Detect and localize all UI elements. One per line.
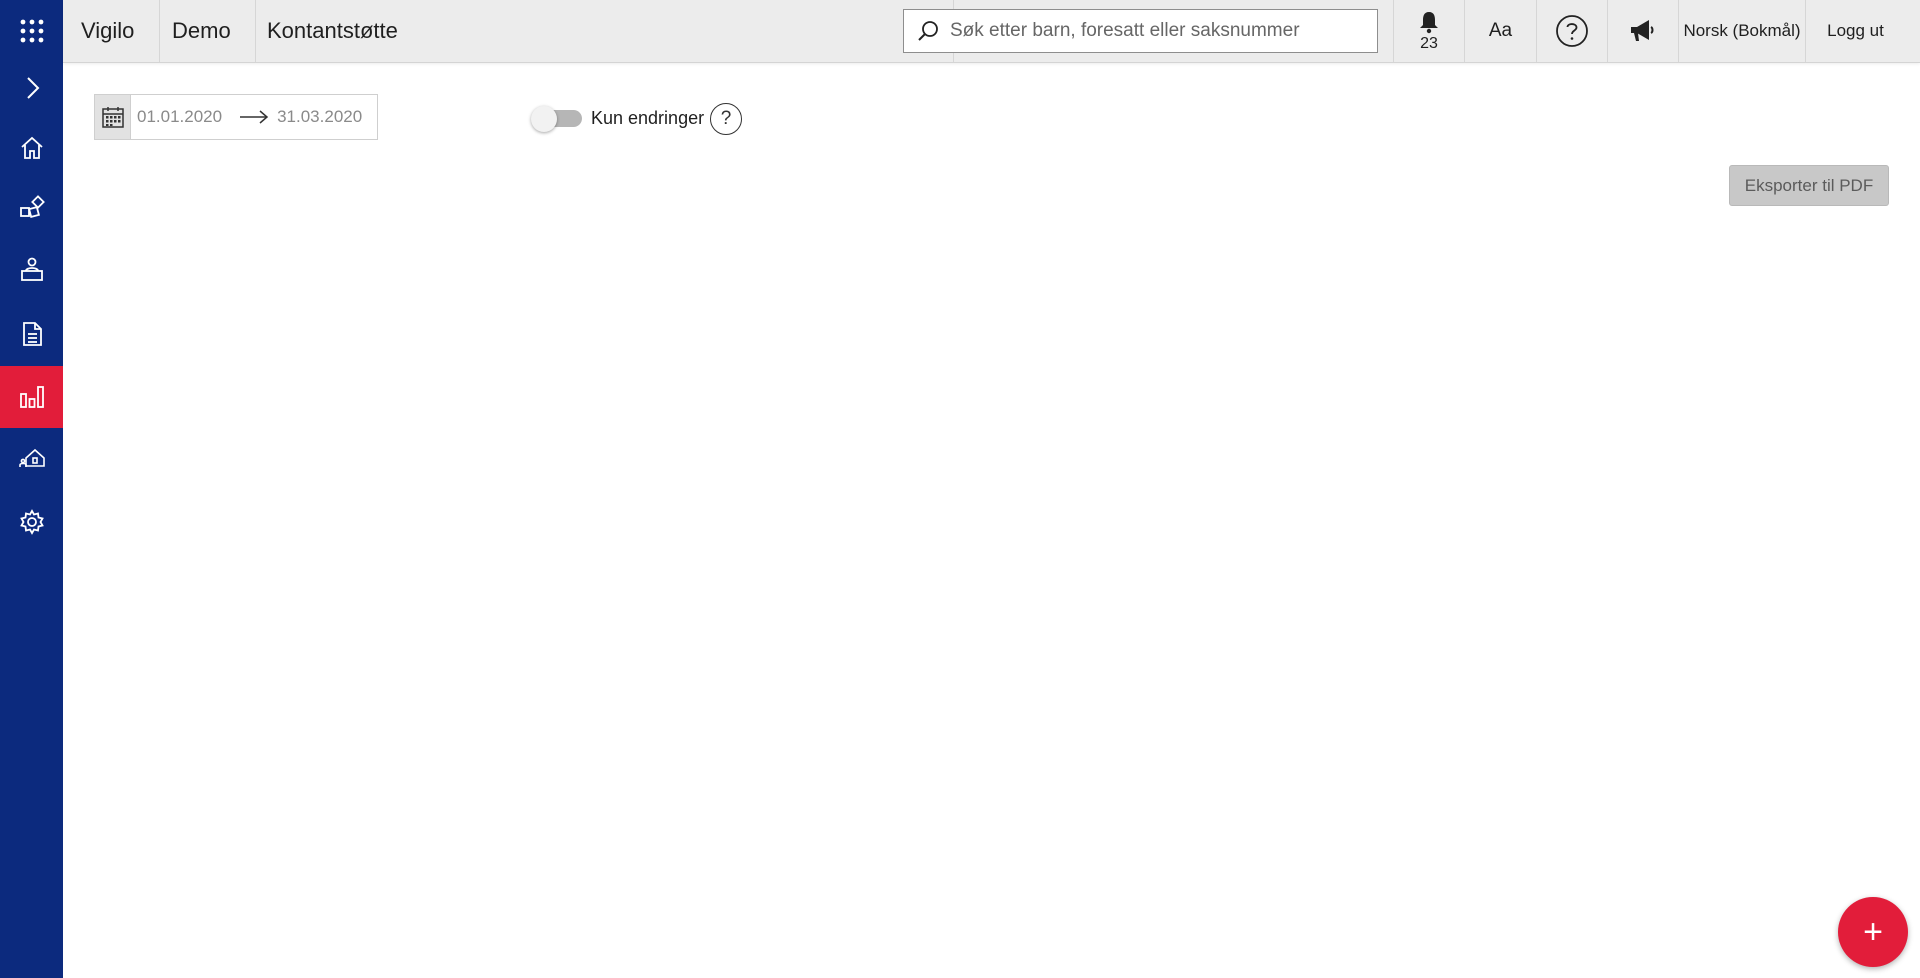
house-family-icon <box>18 448 45 467</box>
date-range-picker[interactable]: 01.01.2020 31.03.2020 <box>94 94 378 140</box>
bar-chart-icon <box>19 386 44 408</box>
arrow-right-icon <box>240 110 269 124</box>
sidebar-item-activities[interactable] <box>0 177 63 239</box>
search-input[interactable] <box>950 20 1370 42</box>
gear-icon <box>19 509 44 535</box>
notification-count: 23 <box>1420 34 1438 52</box>
app-name: Vigilo <box>81 18 135 43</box>
sidebar-item-staff[interactable] <box>0 238 63 300</box>
sidebar-item-documents[interactable] <box>0 303 63 365</box>
export-pdf-label: Eksporter til PDF <box>1744 175 1874 195</box>
language-label: Norsk (Bokmål) <box>1683 21 1801 40</box>
top-bar: Vigilo Demo Kontantstøtte 23 Aa <box>63 0 1920 63</box>
changes-only-label: Kun endringer <box>591 108 705 128</box>
section-title: Kontantstøtte <box>256 0 954 62</box>
megaphone-icon <box>1631 20 1654 41</box>
search-field[interactable] <box>903 9 1378 53</box>
logout-label: Logg ut <box>1827 21 1884 40</box>
app-name-link[interactable]: Vigilo <box>63 0 160 62</box>
language-selector[interactable]: Norsk (Bokmål) <box>1678 0 1805 62</box>
toggle-knob[interactable] <box>531 106 557 132</box>
calendar-button[interactable] <box>95 95 131 139</box>
toys-blocks-icon <box>19 195 45 219</box>
logout-button[interactable]: Logg ut <box>1805 0 1905 62</box>
document-icon <box>22 322 42 346</box>
sidebar-item-home[interactable] <box>0 117 63 179</box>
sidebar-item-kindergartens[interactable] <box>0 427 63 489</box>
help-icon <box>1556 15 1588 47</box>
page-title: Kontantstøtte <box>267 18 398 43</box>
date-from[interactable]: 01.01.2020 <box>137 107 222 127</box>
expand-sidebar-button[interactable] <box>0 57 63 119</box>
sidebar <box>0 0 63 978</box>
apps-grid-button[interactable] <box>0 0 63 62</box>
question-mark-icon: ? <box>720 108 732 129</box>
changes-only-help-button[interactable]: ? <box>710 103 742 135</box>
org-name: Demo <box>172 18 231 43</box>
apps-grid-icon <box>20 19 43 43</box>
date-to[interactable]: 31.03.2020 <box>277 107 362 127</box>
add-button[interactable]: + <box>1838 897 1908 967</box>
notifications-button[interactable]: 23 <box>1393 0 1464 62</box>
announcements-button[interactable] <box>1607 0 1678 62</box>
calendar-icon <box>101 107 124 128</box>
org-link[interactable]: Demo <box>160 0 256 62</box>
person-desk-icon <box>20 257 43 281</box>
search-icon <box>918 21 938 41</box>
font-size-button[interactable]: Aa <box>1464 0 1536 62</box>
sidebar-item-reports[interactable] <box>0 366 63 428</box>
export-pdf-button[interactable]: Eksporter til PDF <box>1729 165 1889 206</box>
bell-icon <box>1420 11 1438 33</box>
plus-icon: + <box>1863 913 1883 951</box>
chevron-right-icon <box>26 77 39 99</box>
font-size-label: Aa <box>1488 20 1513 41</box>
home-icon <box>20 136 43 159</box>
sidebar-item-settings[interactable] <box>0 491 63 553</box>
help-button[interactable] <box>1536 0 1607 62</box>
